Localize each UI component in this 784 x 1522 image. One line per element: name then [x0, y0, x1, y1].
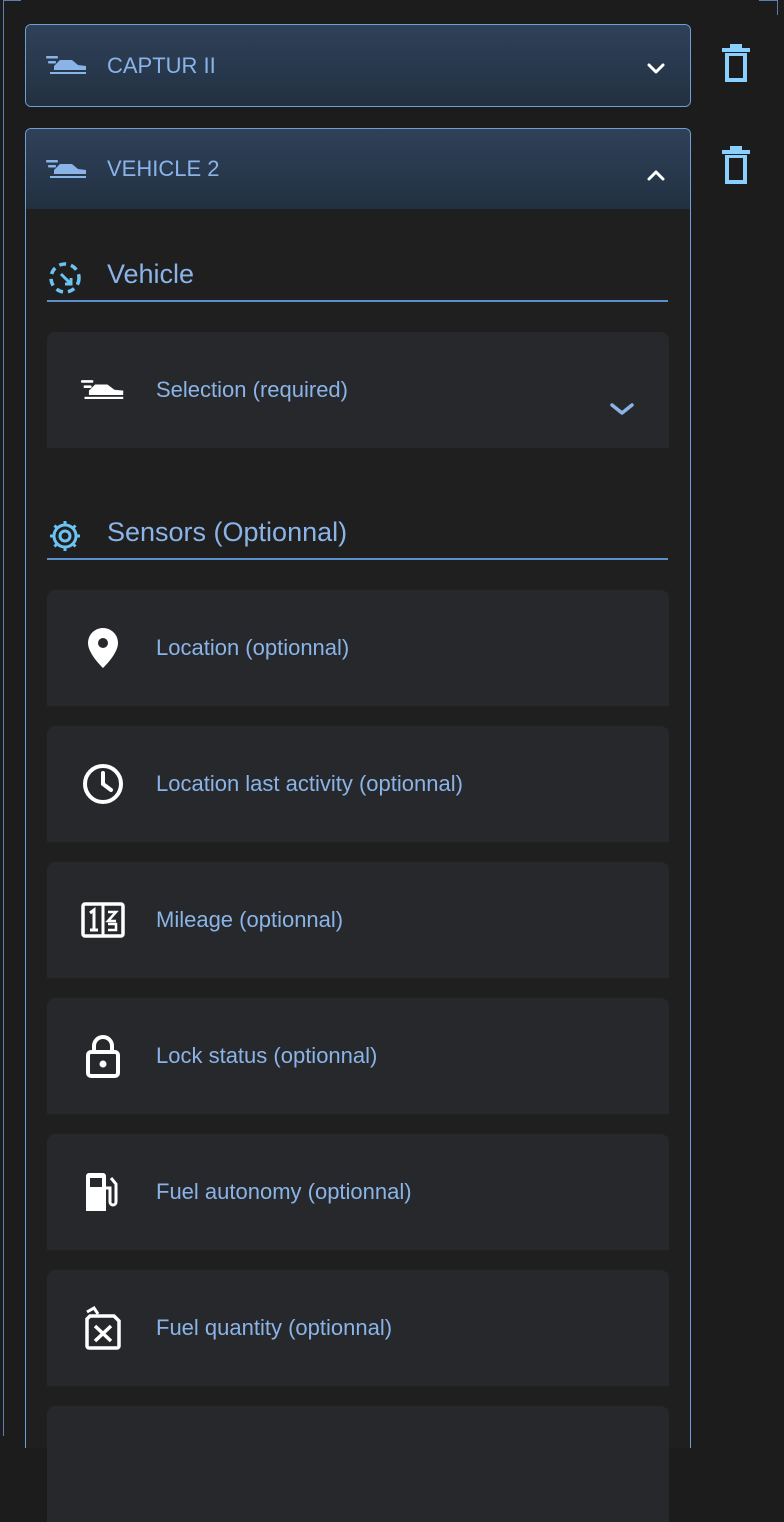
frame-corner — [759, 0, 778, 15]
field-label: Fuel quantity (optionnal) — [156, 1315, 393, 1340]
lock-icon — [81, 1034, 125, 1078]
sensor-field-fuel-autonomy[interactable]: Fuel autonomy (optionnal) — [47, 1134, 669, 1250]
delete-vehicle-2-button[interactable] — [722, 146, 750, 184]
odometer-icon — [81, 898, 125, 942]
chevron-down-icon — [609, 397, 635, 423]
field-label: Selection (required) — [156, 377, 348, 402]
sensor-field-location[interactable]: Location (optionnal) — [47, 590, 669, 706]
vehicle-panel-title: CAPTUR II — [107, 52, 216, 78]
frame-corner — [3, 0, 21, 7]
field-label: Lock status (optionnal) — [156, 1043, 378, 1068]
vehicle-selection-dropdown[interactable]: Selection (required) — [47, 332, 669, 448]
vehicle-panel-2: VEHICLE 2 Vehicle Selection (required) S… — [25, 128, 691, 1522]
sensor-field-lock-status[interactable]: Lock status (optionnal) — [47, 998, 669, 1114]
car-icon — [81, 366, 125, 410]
jerrycan-icon — [81, 1306, 125, 1350]
chevron-down-icon — [646, 56, 666, 82]
chevron-up-icon — [646, 162, 666, 188]
trash-icon — [722, 146, 750, 184]
vehicle-panel-header-2[interactable]: VEHICLE 2 — [26, 129, 690, 209]
sensor-field-fuel-quantity[interactable]: Fuel quantity (optionnal) — [47, 1270, 669, 1386]
section-title-text: Vehicle — [107, 259, 195, 289]
location-pin-icon — [81, 626, 125, 670]
car-icon — [46, 53, 88, 81]
sensors-section-title: Sensors (Optionnal) — [47, 510, 668, 560]
car-icon — [46, 157, 88, 185]
trash-icon — [722, 44, 750, 82]
field-label: Location (optionnal) — [156, 635, 350, 660]
sensor-field-location-last-activity[interactable]: Location last activity (optionnal) — [47, 726, 669, 842]
vehicle-section-title: Vehicle — [47, 252, 668, 302]
dashed-circle-icon — [47, 260, 83, 303]
field-label: Location last activity (optionnal) — [156, 771, 463, 796]
section-title-text: Sensors (Optionnal) — [107, 517, 348, 547]
sensor-field-partial[interactable] — [47, 1406, 669, 1522]
field-label: Mileage (optionnal) — [156, 907, 344, 932]
vehicle-panel-header-1[interactable]: CAPTUR II — [26, 25, 690, 106]
field-label: Fuel autonomy (optionnal) — [156, 1179, 412, 1204]
delete-vehicle-1-button[interactable] — [722, 44, 750, 82]
vehicle-panel-1: CAPTUR II — [25, 24, 691, 107]
clock-icon — [81, 762, 125, 806]
sensor-field-mileage[interactable]: Mileage (optionnal) — [47, 862, 669, 978]
settings-sync-icon — [47, 518, 83, 561]
vehicle-panel-title: VEHICLE 2 — [107, 156, 220, 181]
fuel-pump-icon — [81, 1170, 125, 1214]
